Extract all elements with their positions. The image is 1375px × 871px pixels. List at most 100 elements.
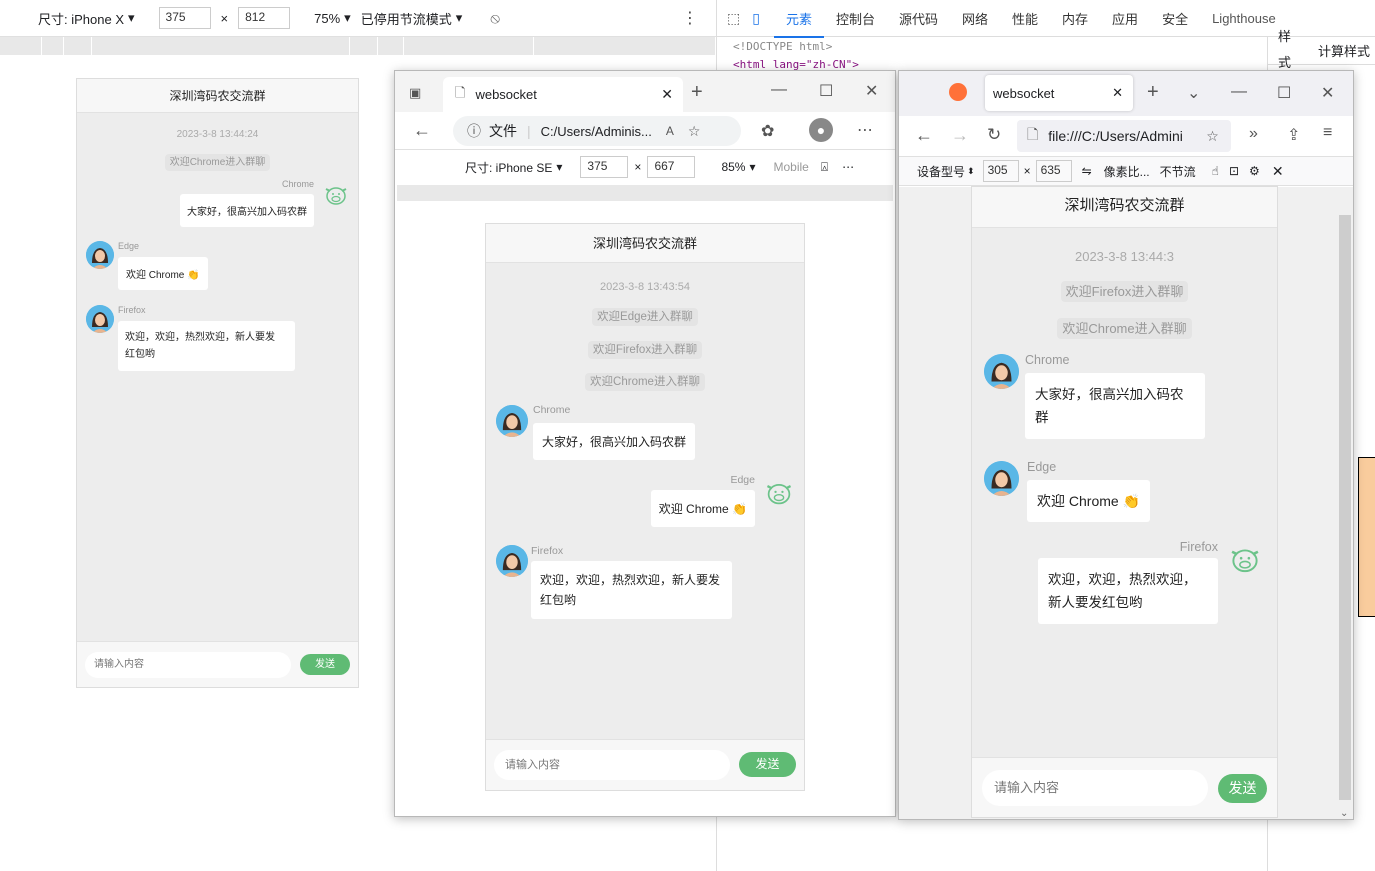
browser-tab[interactable]: 🗋 websocket ✕ xyxy=(443,77,683,112)
avatar-girl-icon xyxy=(984,354,1019,389)
favorite-icon[interactable]: ☆ xyxy=(688,123,701,140)
tab-performance[interactable]: 性能 xyxy=(1000,9,1050,28)
zoom-select[interactable]: 85% xyxy=(721,160,745,174)
inspect-icon[interactable]: ⬚ xyxy=(727,10,740,27)
tab-actions-icon[interactable]: ▣ xyxy=(409,85,421,101)
message-input[interactable]: 请输入内容 xyxy=(982,770,1208,806)
edge-window: ▣ 🗋 websocket ✕ + — ☐ ✕ ← ⓘ 文件 | C:/User… xyxy=(394,70,896,817)
tab-computed[interactable]: 计算样式 xyxy=(1312,41,1375,60)
system-message: 欢迎Edge进入群聊 xyxy=(486,308,804,326)
message-input[interactable]: 请输入内容 xyxy=(85,652,291,678)
sender-name: Edge xyxy=(730,474,755,486)
rotate-icon[interactable]: ⇋ xyxy=(1082,164,1092,178)
send-button[interactable]: 发送 xyxy=(739,752,796,777)
chat-input-bar: 请输入内容 发送 xyxy=(486,739,804,790)
nav-bar: ← ⓘ 文件 | C:/Users/Adminis... A ☆ ✿ ● ⋯ xyxy=(395,112,895,150)
more-icon[interactable]: ⋯ xyxy=(857,120,873,140)
device-select[interactable]: 尺寸: iPhone X ▾ xyxy=(38,9,135,28)
new-tab-icon[interactable]: + xyxy=(1147,81,1159,104)
firefox-logo-icon xyxy=(949,83,967,101)
tab-security[interactable]: 安全 xyxy=(1150,9,1200,28)
tab-list-icon[interactable]: ⌄ xyxy=(1187,83,1200,103)
device-select[interactable]: 设备型号 xyxy=(917,163,965,180)
sender-name: Chrome xyxy=(281,179,314,189)
sender-name: Chrome xyxy=(533,404,571,416)
minimize-icon[interactable]: — xyxy=(1231,83,1247,101)
address-bar[interactable]: 🗋 file:///C:/Users/Admini ☆ xyxy=(1017,120,1231,152)
caret-down-icon: ▾ xyxy=(128,10,135,25)
message-input[interactable]: 请输入内容 xyxy=(494,750,730,780)
message-bubble: 大家好，很高兴加入码农群 xyxy=(533,423,696,460)
tab-memory[interactable]: 内存 xyxy=(1050,9,1100,28)
device-toggle-icon[interactable]: ▯ xyxy=(752,10,760,27)
width-input[interactable]: 375 xyxy=(580,156,629,178)
address-bar[interactable]: ⓘ 文件 | C:/Users/Adminis... A ☆ xyxy=(453,116,741,146)
title-bar: websocket ✕ + ⌄ — ☐ ✕ xyxy=(899,71,1353,116)
dpr-select[interactable]: 像素比... xyxy=(1104,163,1150,180)
screenshot-icon[interactable]: ⊡ xyxy=(1229,164,1239,178)
chat-window-edge: 深圳湾码农交流群 2023-3-8 13:43:54 欢迎Edge进入群聊 欢迎… xyxy=(485,223,805,791)
height-input[interactable]: 635 xyxy=(1035,160,1072,182)
tab-application[interactable]: 应用 xyxy=(1100,9,1150,28)
hamburger-menu-icon[interactable]: ≡ xyxy=(1323,124,1332,142)
avatar-girl-icon xyxy=(496,545,528,577)
chat-window-firefox: 深圳湾码农交流群 2023-3-8 13:44:3 欢迎Firefox进入群聊 … xyxy=(971,186,1278,818)
rotate-icon[interactable]: ⍓ xyxy=(821,160,828,175)
close-window-icon[interactable]: ✕ xyxy=(1321,83,1334,103)
maximize-icon[interactable]: ☐ xyxy=(819,81,833,101)
width-input[interactable]: 375 xyxy=(158,7,211,29)
minimize-icon[interactable]: — xyxy=(771,81,787,99)
device-select[interactable]: 尺寸: iPhone SE xyxy=(465,159,552,176)
throttle-select[interactable]: 已停用节流模式 ▾ xyxy=(361,9,463,28)
dom-line[interactable]: <!DOCTYPE html> xyxy=(733,40,832,53)
message-bubble: 欢迎 Chrome 👏 xyxy=(118,257,208,290)
zoom-select[interactable]: 75% ▾ xyxy=(314,10,351,26)
settings-gear-icon[interactable]: ⚙ xyxy=(1249,164,1260,178)
rotate-icon[interactable]: ⦸ xyxy=(490,10,500,27)
tab-console[interactable]: 控制台 xyxy=(824,9,887,28)
close-window-icon[interactable]: ✕ xyxy=(865,81,878,101)
height-input[interactable]: 667 xyxy=(647,156,696,178)
message-bubble: 欢迎，欢迎，热烈欢迎，新人要发红包哟 xyxy=(118,321,295,371)
sender-name: Edge xyxy=(1027,460,1057,474)
back-icon[interactable]: ← xyxy=(915,125,933,146)
browser-tab[interactable]: websocket ✕ xyxy=(985,75,1133,111)
message-time: 2023-3-8 13:44:24 xyxy=(176,129,259,140)
more-icon[interactable]: ⋮ xyxy=(682,8,698,28)
send-button[interactable]: 发送 xyxy=(300,654,350,675)
tab-network[interactable]: 网络 xyxy=(950,9,1000,28)
touch-icon[interactable]: ☝ xyxy=(1212,164,1219,178)
tab-elements[interactable]: 元素 xyxy=(773,9,824,38)
maximize-icon[interactable]: ☐ xyxy=(1277,83,1291,103)
tab-sources[interactable]: 源代码 xyxy=(887,9,950,28)
caret-down-icon: ▾ xyxy=(556,160,563,174)
close-icon[interactable]: ✕ xyxy=(661,86,673,103)
mode-select[interactable]: Mobile xyxy=(774,160,809,174)
media-query-ruler xyxy=(397,185,893,201)
bookmark-star-icon[interactable]: ☆ xyxy=(1206,128,1219,145)
reload-icon[interactable]: ↻ xyxy=(987,125,1001,145)
caret-down-icon: ⬍ xyxy=(967,165,975,176)
forward-icon[interactable]: → xyxy=(951,125,969,146)
width-input[interactable]: 305 xyxy=(982,160,1019,182)
message-bubble: 大家好，很高兴加入码农群 xyxy=(180,194,314,227)
caret-down-icon: ▾ xyxy=(344,10,351,25)
profile-avatar-icon[interactable]: ● xyxy=(809,118,833,142)
send-button[interactable]: 发送 xyxy=(1218,774,1267,803)
scroll-down-icon[interactable]: ⌄ xyxy=(1340,808,1348,819)
new-tab-icon[interactable]: + xyxy=(691,81,703,104)
pig-avatar-icon xyxy=(1231,549,1259,573)
throttle-select[interactable]: 不节流 xyxy=(1160,163,1196,180)
scrollbar[interactable]: ⌄ xyxy=(1337,211,1353,819)
height-input[interactable]: 812 xyxy=(238,7,291,29)
system-message: 欢迎Chrome进入群聊 xyxy=(486,373,804,391)
read-aloud-icon[interactable]: A xyxy=(666,124,674,138)
overflow-menu-icon[interactable]: » xyxy=(1249,125,1258,143)
caret-down-icon: ▾ xyxy=(455,10,463,25)
back-icon[interactable]: ← xyxy=(413,120,431,141)
more-icon[interactable]: ⋯ xyxy=(842,160,854,174)
close-icon[interactable]: ✕ xyxy=(1112,85,1123,101)
close-icon[interactable]: ✕ xyxy=(1272,163,1284,180)
extensions-icon[interactable]: ⇪ xyxy=(1287,125,1300,145)
extensions-icon[interactable]: ✿ xyxy=(761,121,774,141)
